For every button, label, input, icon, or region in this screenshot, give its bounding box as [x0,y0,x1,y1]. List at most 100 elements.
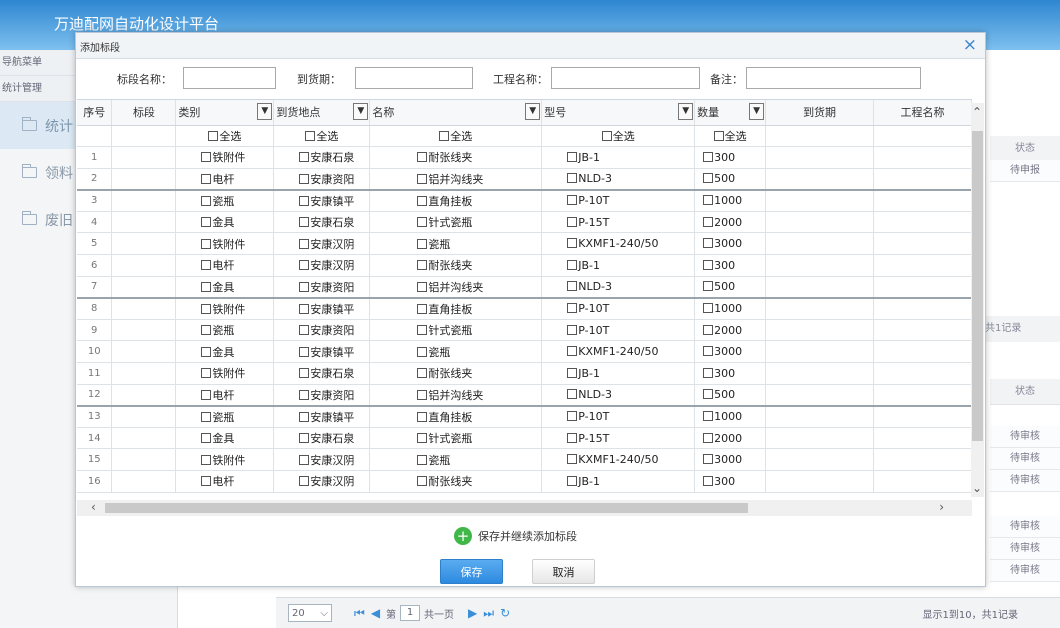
refresh-icon[interactable]: ↻ [500,606,510,620]
checkbox[interactable] [417,195,428,206]
checkbox[interactable] [417,368,428,379]
last-page-icon[interactable]: ⏭ [483,606,494,621]
checkbox[interactable] [567,281,578,292]
checkbox[interactable] [299,476,310,487]
checkbox[interactable] [201,281,212,292]
row-name[interactable]: 耐张线夹 [369,146,543,169]
checkbox[interactable] [201,411,212,422]
checkbox[interactable] [299,195,310,206]
chevron-down-icon[interactable]: ▼ [678,103,694,120]
row-quantity[interactable]: 500 [694,384,767,407]
row-name[interactable]: 耐张线夹 [369,362,543,385]
row-category[interactable]: 铁附件 [175,146,275,169]
checkbox[interactable] [417,346,428,357]
row-category[interactable]: 金具 [175,340,275,364]
row-category[interactable]: 电杆 [175,254,275,277]
row-model[interactable]: NLD-3 [541,384,696,407]
checkbox[interactable] [703,303,714,314]
checkbox[interactable] [299,217,310,228]
checkbox[interactable] [703,216,714,227]
row-category[interactable]: 瓷瓶 [175,319,275,342]
row-location[interactable]: 安康镇平 [273,297,371,320]
row-category[interactable]: 瓷瓶 [175,189,275,212]
row-category[interactable]: 电杆 [175,168,275,191]
checkbox[interactable] [703,324,714,335]
row-category[interactable]: 电杆 [175,470,275,493]
checkbox[interactable] [703,367,714,378]
row-quantity[interactable]: 2000 [694,211,767,234]
row-model[interactable]: JB-1 [541,254,696,277]
row-name[interactable]: 耐张线夹 [369,254,543,277]
row-quantity[interactable]: 300 [694,146,767,169]
checkbox[interactable] [201,476,212,487]
save-and-continue-button[interactable]: + 保存并继续添加标段 [454,527,577,545]
select-all-location[interactable]: 全选 [273,125,371,148]
checkbox[interactable] [417,454,428,465]
prev-page-icon[interactable]: ◀ [371,606,380,620]
checkbox[interactable] [703,151,714,162]
row-location[interactable]: 安康资阳 [273,168,371,191]
checkbox[interactable] [703,238,714,249]
row-category[interactable]: 铁附件 [175,448,275,471]
checkbox[interactable] [703,411,714,422]
checkbox[interactable] [299,152,310,163]
row-quantity[interactable]: 300 [694,254,767,277]
checkbox[interactable] [703,281,714,292]
checkbox[interactable] [567,367,578,378]
row-name[interactable]: 瓷瓶 [369,448,543,471]
row-model[interactable]: JB-1 [541,362,696,385]
checkbox[interactable] [703,195,714,206]
checkbox[interactable] [417,433,428,444]
row-category[interactable]: 铁附件 [175,362,275,385]
row-quantity[interactable]: 300 [694,470,767,493]
scroll-up-icon[interactable]: ⌃ [972,105,982,119]
scroll-left-icon[interactable]: ‹ [91,500,96,514]
row-category[interactable]: 瓷瓶 [175,405,275,428]
checkbox[interactable] [201,195,212,206]
row-name[interactable]: 直角挂板 [369,297,543,320]
checkbox[interactable] [299,303,310,314]
checkbox[interactable] [567,475,578,486]
checkbox[interactable] [417,260,428,271]
checkbox[interactable] [299,433,310,444]
chevron-down-icon[interactable]: ▼ [257,103,273,120]
row-location[interactable]: 安康石泉 [273,211,371,234]
row-name[interactable]: 耐张线夹 [369,470,543,493]
remark-input[interactable] [746,67,921,89]
checkbox[interactable] [417,476,428,487]
row-model[interactable]: P-10T [541,189,696,212]
checkbox[interactable] [567,454,578,465]
row-category[interactable]: 金具 [175,276,275,299]
row-name[interactable]: 直角挂板 [369,405,543,428]
row-model[interactable]: P-15T [541,427,696,450]
row-name[interactable]: 铝并沟线夹 [369,168,543,191]
row-location[interactable]: 安康镇平 [273,340,371,364]
checkbox[interactable] [299,389,310,400]
checkbox[interactable] [299,346,310,357]
row-quantity[interactable]: 300 [694,362,767,385]
checkbox[interactable] [567,216,578,227]
col-header-model[interactable]: 型号 ▼ [541,100,696,126]
col-header-location[interactable]: 到货地点 ▼ [273,100,371,126]
save-button[interactable]: 保存 [440,559,503,584]
col-header-name[interactable]: 名称 ▼ [369,100,543,126]
section-name-input[interactable] [183,67,276,89]
row-quantity[interactable]: 3000 [694,340,767,364]
row-category[interactable]: 铁附件 [175,297,275,320]
select-all-model[interactable]: 全选 [541,125,696,148]
row-name[interactable]: 铝并沟线夹 [369,384,543,407]
select-all-category[interactable]: 全选 [175,125,275,148]
row-category[interactable]: 电杆 [175,384,275,407]
scroll-thumb[interactable] [105,503,748,513]
first-page-icon[interactable]: ⏮ [354,606,365,621]
checkbox[interactable] [703,454,714,465]
row-model[interactable]: KXMF1-240/50 [541,232,696,256]
checkbox[interactable] [201,433,212,444]
checkbox[interactable] [567,432,578,443]
row-model[interactable]: KXMF1-240/50 [541,448,696,471]
row-location[interactable]: 安康汉阴 [273,232,371,256]
chevron-down-icon[interactable]: ▼ [525,103,541,120]
row-model[interactable]: P-10T [541,319,696,342]
row-model[interactable]: JB-1 [541,470,696,493]
checkbox[interactable] [201,303,212,314]
